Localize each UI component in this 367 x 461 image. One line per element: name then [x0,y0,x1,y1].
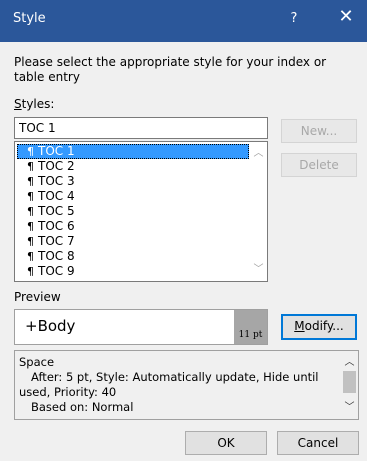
paragraph-icon: ¶ [27,175,34,188]
style-list-item-label: TOC 9 [38,264,75,278]
description-line: Based on: Normal [31,400,134,414]
scroll-up-icon[interactable]: ︿ [250,145,267,162]
cancel-button[interactable]: Cancel [277,431,359,455]
scroll-down-icon[interactable]: ﹀ [341,399,358,416]
preview-box: +Body 11 pt [14,309,268,345]
styles-listbox[interactable]: ¶ TOC 1 ¶ TOC 2 ¶ TOC 3 ¶ TOC 4 ¶ TOC 5 ¶ TOC 6 ¶ TOC… [14,141,268,282]
modify-button[interactable]: Modify... [281,314,357,340]
style-name-input[interactable] [14,117,268,139]
instruction-text: Please select the appropriate style for … [14,55,327,84]
paragraph-icon: ¶ [27,265,34,278]
description-scrollbar[interactable]: ︿ ﹀ [341,351,358,419]
style-list-item[interactable]: ¶ TOC 6 [17,219,249,234]
style-list-item-label: TOC 1 [38,144,75,158]
paragraph-icon: ¶ [27,145,34,158]
description-line: used, Priority: 40 [19,385,117,399]
paragraph-icon: ¶ [27,190,34,203]
styles-list-scrollbar[interactable]: ︿ ﹀ [250,142,267,281]
scroll-down-icon[interactable]: ﹀ [250,261,267,278]
style-list-item[interactable]: ¶ TOC 5 [17,204,249,219]
style-list-item-label: TOC 5 [38,204,75,218]
paragraph-icon: ¶ [27,220,34,233]
paragraph-icon: ¶ [27,160,34,173]
description-line: After: 5 pt, Style: Automatically update… [31,370,319,384]
dialog-title: Style [13,11,46,26]
description-line: Space [19,355,55,369]
style-list-item-label: TOC 8 [38,249,75,263]
style-description-text: Space After: 5 pt, Style: Automatically … [19,355,339,415]
close-icon[interactable]: ✕ [334,6,358,27]
styles-label-text: Styles: [14,97,55,111]
new-button[interactable]: New... [281,119,357,143]
paragraph-icon: ¶ [27,250,34,263]
style-description-box: Space After: 5 pt, Style: Automatically … [14,350,359,420]
style-list-item-label: TOC 3 [38,174,75,188]
style-list-item[interactable]: ¶ TOC 9 [17,264,249,279]
style-list-item[interactable]: ¶ TOC 8 [17,249,249,264]
style-list-item[interactable]: ¶ TOC 7 [17,234,249,249]
preview-font-size: 11 pt [234,310,267,344]
delete-button[interactable]: Delete [281,153,357,177]
dialog-titlebar: Style ? ✕ [0,0,367,42]
style-list-item[interactable]: ¶ TOC 1 [17,144,249,159]
style-list-item-label: TOC 4 [38,189,75,203]
style-list-item[interactable]: ¶ TOC 3 [17,174,249,189]
style-list-item-label: TOC 2 [38,159,75,173]
paragraph-icon: ¶ [27,235,34,248]
scroll-up-icon[interactable]: ︿ [341,354,358,371]
preview-font-name: +Body [25,317,76,335]
styles-list-items: ¶ TOC 1 ¶ TOC 2 ¶ TOC 3 ¶ TOC 4 ¶ TOC 5 ¶ TOC 6 ¶ TOC… [17,144,249,279]
help-button[interactable]: ? [284,11,304,26]
style-list-item[interactable]: ¶ TOC 2 [17,159,249,174]
preview-label: Preview [14,290,61,304]
style-list-item-label: TOC 6 [38,219,75,233]
ok-button[interactable]: OK [185,431,267,455]
styles-label: Styles: [14,97,54,111]
style-list-item[interactable]: ¶ TOC 4 [17,189,249,204]
paragraph-icon: ¶ [27,205,34,218]
style-list-item-label: TOC 7 [38,234,75,248]
scroll-thumb[interactable] [343,371,356,393]
